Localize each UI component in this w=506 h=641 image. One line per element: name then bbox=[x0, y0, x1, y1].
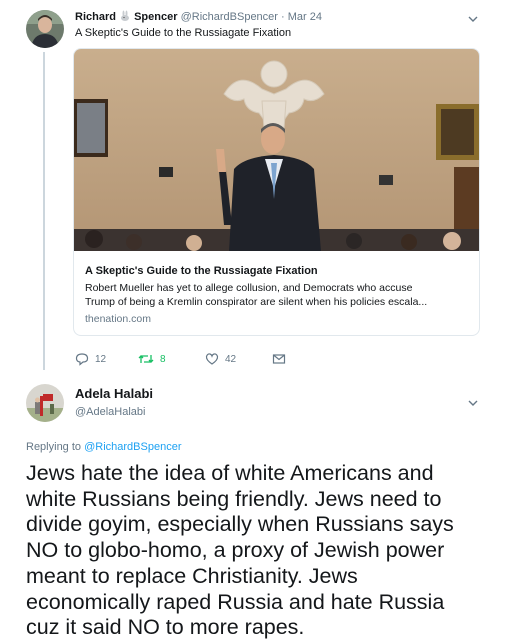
envelope-icon bbox=[272, 352, 286, 366]
tweet-text-line: economically raped Russia and hate Russi… bbox=[26, 589, 445, 614]
tweet-text-line: NO to globo-homo, a proxy of Jewish powe… bbox=[26, 538, 445, 563]
like-count: 42 bbox=[225, 353, 237, 365]
replying-to: Replying to @RichardBSpencer bbox=[26, 441, 182, 453]
card-description: Robert Mueller has yet to allege collusi… bbox=[85, 282, 428, 308]
tweet-text-line: cuz it said NO to more rapes. bbox=[26, 615, 305, 640]
reply-icon bbox=[75, 352, 89, 366]
chevron-down-icon[interactable] bbox=[466, 12, 480, 26]
like-button[interactable]: 42 bbox=[205, 352, 236, 366]
retweet-button[interactable]: 8 bbox=[138, 352, 166, 366]
rabbit-icon bbox=[119, 10, 131, 26]
heart-icon bbox=[205, 352, 219, 366]
direct-message-button[interactable] bbox=[272, 352, 286, 366]
replying-to-link[interactable]: @RichardBSpencer bbox=[84, 441, 181, 453]
separator: · bbox=[281, 11, 285, 23]
reply-button[interactable]: 12 bbox=[75, 352, 106, 366]
card-domain: thenation.com bbox=[85, 313, 151, 325]
link-card[interactable]: A Skeptic's Guide to the Russiagate Fixa… bbox=[73, 48, 480, 336]
avatar[interactable] bbox=[26, 384, 64, 422]
reply-count: 12 bbox=[95, 353, 107, 365]
thread-line bbox=[43, 52, 45, 370]
retweet-count: 8 bbox=[160, 353, 166, 365]
tweet-text-line: divide goyim, especially when Russians s… bbox=[26, 512, 454, 537]
display-name[interactable]: Richard bbox=[75, 11, 116, 23]
retweet-icon bbox=[138, 352, 154, 366]
tweet-text-line: meant to replace Christianity. Jews bbox=[26, 563, 358, 588]
tweet-header: Richard Spencer @RichardBSpencer · Mar 2… bbox=[75, 10, 322, 26]
tweet-text-line: white Russians being friendly. Jews need… bbox=[26, 486, 442, 511]
replying-label: Replying to bbox=[26, 441, 82, 453]
chevron-down-icon[interactable] bbox=[466, 396, 480, 410]
tweet-text-line: Jews hate the idea of white Americans an… bbox=[26, 461, 434, 485]
tweet-text: A Skeptic's Guide to the Russiagate Fixa… bbox=[75, 27, 292, 39]
handle[interactable]: @RichardBSpencer bbox=[181, 11, 278, 23]
display-name-last[interactable]: Spencer bbox=[134, 11, 177, 23]
tweet-actions: 12 8 42 bbox=[75, 352, 305, 368]
card-image bbox=[74, 49, 479, 251]
handle[interactable]: @AdelaHalabi bbox=[75, 405, 146, 419]
tweet-text: Jews hate the idea of white Americans an… bbox=[26, 461, 501, 641]
card-title: A Skeptic's Guide to the Russiagate Fixa… bbox=[85, 265, 318, 277]
avatar[interactable] bbox=[26, 10, 64, 48]
timestamp[interactable]: Mar 24 bbox=[288, 11, 322, 23]
display-name[interactable]: Adela Halabi bbox=[75, 387, 153, 401]
